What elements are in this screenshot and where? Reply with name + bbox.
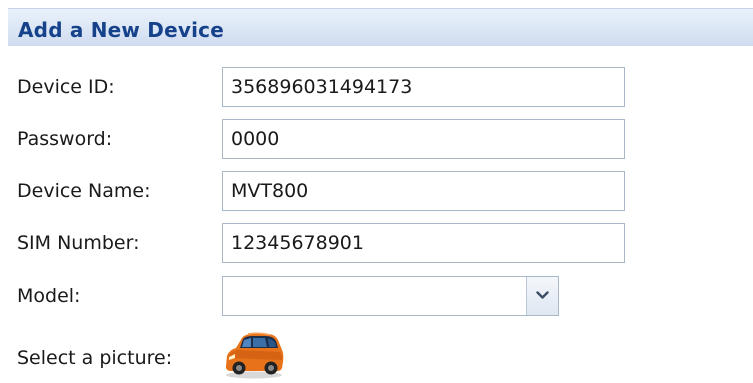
panel-header: Add a New Device [8,8,753,46]
add-device-panel: Add a New Device Device ID: Password: De… [0,0,753,383]
device-name-input[interactable] [222,171,625,211]
model-label: Model: [17,285,81,307]
model-dropdown-trigger[interactable] [526,277,558,315]
model-select[interactable] [222,276,559,316]
chevron-down-icon [536,291,549,299]
password-input[interactable] [222,119,625,159]
sim-number-label: SIM Number: [17,232,140,254]
device-id-label: Device ID: [17,76,115,98]
device-id-input[interactable] [222,67,625,107]
car-icon[interactable] [220,330,286,380]
sim-number-input[interactable] [222,223,625,263]
select-picture-label: Select a picture: [17,347,173,369]
password-label: Password: [17,128,113,150]
device-name-label: Device Name: [17,180,151,202]
panel-title: Add a New Device [18,18,224,42]
